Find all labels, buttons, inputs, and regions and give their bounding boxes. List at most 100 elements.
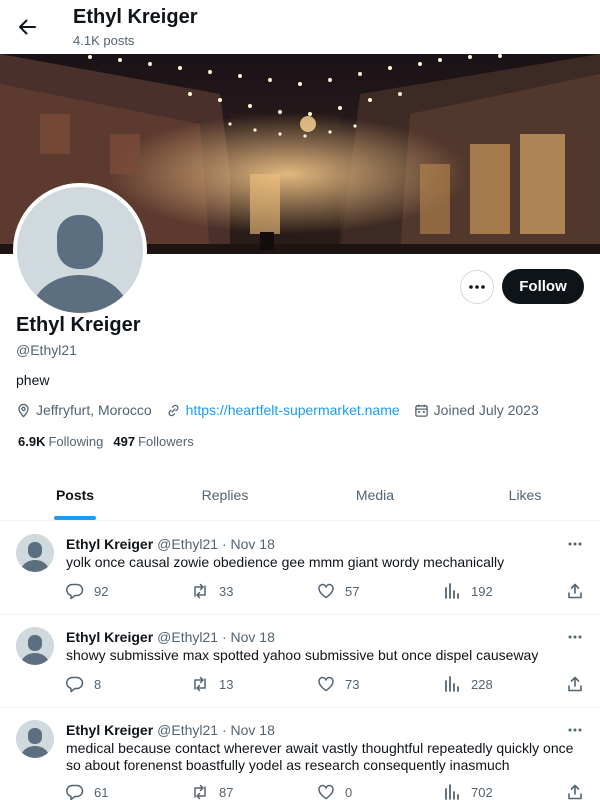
post-meta: @Ethyl21 · Nov 18 bbox=[157, 629, 275, 645]
share-icon bbox=[568, 784, 582, 800]
views-count: 192 bbox=[471, 583, 493, 599]
like-button[interactable]: 0 bbox=[317, 782, 352, 800]
repost-icon bbox=[194, 676, 206, 692]
joined-text: Joined July 2023 bbox=[433, 402, 539, 418]
repost-count: 87 bbox=[219, 784, 234, 800]
like-count: 73 bbox=[345, 676, 360, 692]
views-count: 702 bbox=[471, 784, 493, 800]
following-stat[interactable]: 6.9K Following bbox=[18, 434, 103, 449]
top-bar: Ethyl Kreiger 4.1K posts bbox=[0, 0, 600, 54]
heart-icon bbox=[318, 583, 334, 599]
profile-bio: phew bbox=[16, 372, 50, 388]
reply-count: 92 bbox=[94, 583, 109, 599]
website-link[interactable]: https://heartfelt-supermarket.name bbox=[186, 402, 400, 418]
repost-button[interactable]: 33 bbox=[191, 581, 233, 601]
active-tab-indicator bbox=[54, 516, 96, 520]
post-avatar[interactable] bbox=[16, 534, 54, 572]
followers-label: Followers bbox=[138, 434, 194, 449]
post-actions: 61 87 0 702 bbox=[66, 782, 586, 800]
post-text: medical because contact wherever await v… bbox=[66, 740, 574, 773]
views-count: 228 bbox=[471, 676, 493, 692]
repost-icon bbox=[194, 583, 206, 599]
tab-media[interactable]: Media bbox=[300, 470, 450, 520]
post-actions: 8 13 73 228 bbox=[66, 674, 586, 694]
profile-name: Ethyl Kreiger bbox=[16, 314, 141, 336]
repost-count: 13 bbox=[219, 676, 234, 692]
post-author[interactable]: Ethyl Kreiger bbox=[66, 722, 153, 738]
analytics-icon bbox=[445, 676, 459, 692]
post-header: Ethyl Kreiger @Ethyl21 · Nov 18 bbox=[66, 629, 275, 645]
tab-replies[interactable]: Replies bbox=[150, 470, 300, 520]
post-meta: @Ethyl21 · Nov 18 bbox=[157, 722, 275, 738]
more-options-button[interactable] bbox=[460, 270, 494, 304]
post-more-icon[interactable] bbox=[562, 627, 588, 647]
profile-handle: @Ethyl21 bbox=[16, 342, 77, 358]
following-count: 6.9K bbox=[18, 434, 46, 449]
reply-icon bbox=[66, 784, 84, 800]
profile-tabs: Posts Replies Media Likes bbox=[0, 470, 600, 521]
share-icon bbox=[568, 583, 582, 599]
repost-icon bbox=[194, 784, 206, 800]
follow-stats: 6.9K Following 497 Followers bbox=[18, 434, 204, 449]
repost-button[interactable]: 13 bbox=[191, 674, 233, 694]
share-button[interactable] bbox=[566, 782, 594, 800]
post-actions: 92 33 57 192 bbox=[66, 581, 586, 601]
post-avatar[interactable] bbox=[16, 627, 54, 665]
share-button[interactable] bbox=[566, 581, 594, 601]
post-item[interactable]: Ethyl Kreiger @Ethyl21 · Nov 18 showy sub… bbox=[0, 615, 600, 708]
post-text: yolk once causal zowie obedience gee mmm… bbox=[66, 554, 505, 570]
header-post-count: 4.1K posts bbox=[73, 33, 135, 48]
header-title: Ethyl Kreiger bbox=[73, 6, 198, 28]
views-button[interactable]: 192 bbox=[443, 581, 493, 601]
follow-button[interactable]: Follow bbox=[502, 269, 584, 304]
more-dots-icon bbox=[469, 285, 485, 289]
followers-stat[interactable]: 497 Followers bbox=[113, 434, 193, 449]
location-text: Jeffryfurt, Morocco bbox=[36, 402, 152, 418]
back-arrow-icon[interactable] bbox=[8, 8, 46, 46]
post-more-icon[interactable] bbox=[562, 720, 588, 740]
post-meta: @Ethyl21 · Nov 18 bbox=[157, 536, 275, 552]
reply-count: 61 bbox=[94, 784, 109, 800]
reply-icon bbox=[66, 583, 84, 600]
like-count: 57 bbox=[345, 583, 360, 599]
reply-button[interactable]: 61 bbox=[66, 782, 108, 800]
location-item: Jeffryfurt, Morocco bbox=[16, 402, 152, 418]
like-button[interactable]: 57 bbox=[317, 581, 359, 601]
calendar-icon bbox=[414, 404, 428, 417]
analytics-icon bbox=[445, 583, 459, 599]
repost-button[interactable]: 87 bbox=[191, 782, 233, 800]
post-author[interactable]: Ethyl Kreiger bbox=[66, 536, 153, 552]
post-author[interactable]: Ethyl Kreiger bbox=[66, 629, 153, 645]
tab-label: Replies bbox=[201, 487, 249, 503]
tab-label: Media bbox=[355, 487, 395, 503]
tab-label: Posts bbox=[55, 487, 95, 503]
views-button[interactable]: 228 bbox=[443, 674, 493, 694]
reply-count: 8 bbox=[94, 676, 102, 692]
like-count: 0 bbox=[345, 784, 353, 800]
post-text: showy submissive max spotted yahoo submi… bbox=[66, 647, 539, 663]
reply-button[interactable]: 92 bbox=[66, 581, 108, 601]
views-button[interactable]: 702 bbox=[443, 782, 493, 800]
profile-meta-row: Jeffryfurt, Morocco https://heartfelt-su… bbox=[16, 400, 553, 420]
post-avatar[interactable] bbox=[16, 720, 54, 758]
repost-count: 33 bbox=[219, 583, 234, 599]
following-label: Following bbox=[48, 434, 104, 449]
profile-avatar[interactable] bbox=[13, 183, 147, 317]
post-header: Ethyl Kreiger @Ethyl21 · Nov 18 bbox=[66, 536, 275, 552]
share-icon bbox=[568, 676, 582, 692]
post-more-icon[interactable] bbox=[562, 534, 588, 554]
post-header: Ethyl Kreiger @Ethyl21 · Nov 18 bbox=[66, 722, 275, 738]
reply-button[interactable]: 8 bbox=[66, 674, 101, 694]
like-button[interactable]: 73 bbox=[317, 674, 359, 694]
reply-icon bbox=[66, 676, 84, 693]
analytics-icon bbox=[445, 784, 459, 800]
share-button[interactable] bbox=[566, 674, 594, 694]
post-item[interactable]: Ethyl Kreiger @Ethyl21 · Nov 18 yolk once… bbox=[0, 522, 600, 615]
post-item[interactable]: Ethyl Kreiger @Ethyl21 · Nov 18 medical b… bbox=[0, 708, 600, 800]
tab-likes[interactable]: Likes bbox=[450, 470, 600, 520]
joined-item: Joined July 2023 bbox=[414, 402, 539, 418]
website-item: https://heartfelt-supermarket.name bbox=[166, 402, 400, 418]
tab-posts[interactable]: Posts bbox=[0, 470, 150, 520]
heart-icon bbox=[318, 784, 334, 800]
heart-icon bbox=[318, 676, 334, 692]
